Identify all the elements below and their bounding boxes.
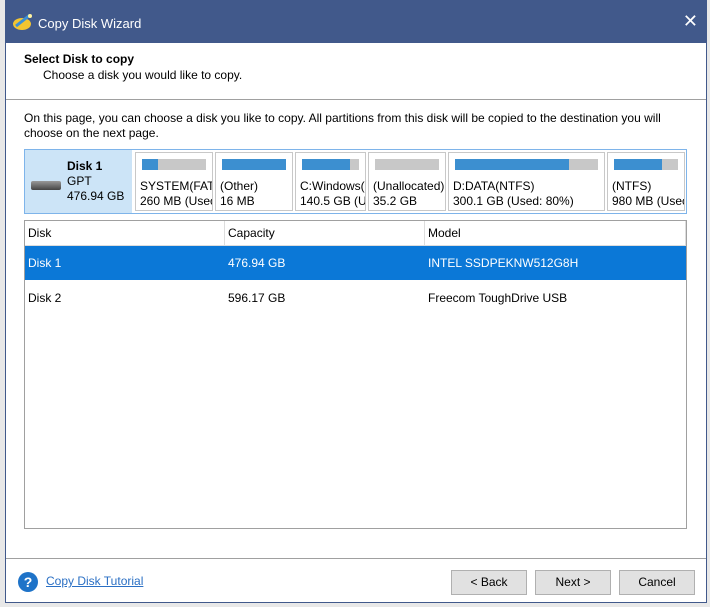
help-icon[interactable]: ? — [18, 572, 38, 592]
page-title: Select Disk to copy — [24, 52, 135, 66]
disk-map-disk1[interactable]: Disk 1 GPT 476.94 GB — [25, 150, 132, 213]
partition-block[interactable]: SYSTEM(FAT3 260 MB (Usec — [135, 152, 213, 211]
column-header-capacity[interactable]: Capacity — [225, 221, 425, 246]
usage-bar — [222, 159, 286, 170]
copy-disk-wizard-window: Copy Disk Wizard ✕ Select Disk to copy C… — [5, 0, 707, 603]
partition-size: 300.1 GB (Used: 80%) — [453, 194, 574, 208]
usage-bar — [375, 159, 439, 170]
footer-divider — [6, 558, 706, 559]
disk-table: Disk Capacity Model Disk 1 476.94 GB INT… — [24, 220, 687, 529]
cancel-button[interactable]: Cancel — [619, 570, 695, 595]
column-header-disk[interactable]: Disk — [25, 221, 225, 246]
usage-bar-fill — [614, 159, 662, 170]
disk-map[interactable]: Disk 1 GPT 476.94 GB SYSTEM(FAT3 260 MB … — [24, 149, 687, 214]
disk-name: Disk 1 — [67, 159, 103, 173]
cell-model: Freecom ToughDrive USB — [428, 291, 568, 305]
cell-disk: Disk 1 — [28, 256, 62, 270]
usage-bar — [455, 159, 598, 170]
partition-label: D:DATA(NTFS) — [453, 179, 535, 193]
partition-size: 260 MB (Usec — [140, 194, 213, 208]
partition-size: 16 MB — [220, 194, 255, 208]
partition-block[interactable]: (NTFS) 980 MB (Usec — [607, 152, 685, 211]
partition-label: SYSTEM(FAT3 — [140, 179, 212, 193]
cell-capacity: 476.94 GB — [228, 256, 286, 270]
partition-label: (Unallocated) — [373, 179, 445, 193]
hard-disk-icon — [31, 181, 61, 190]
back-button[interactable]: < Back — [451, 570, 527, 595]
table-row[interactable]: Disk 1 476.94 GB INTEL SSDPEKNW512G8H — [25, 246, 686, 280]
cell-capacity: 596.17 GB — [228, 291, 286, 305]
wizard-header: Select Disk to copy Choose a disk you wo… — [6, 43, 706, 100]
partition-label: C:Windows( — [300, 179, 365, 193]
close-icon[interactable]: ✕ — [683, 11, 698, 32]
usage-bar-fill — [302, 159, 351, 170]
tutorial-link[interactable]: Copy Disk Tutorial — [46, 574, 143, 588]
usage-bar-fill — [455, 159, 570, 170]
usage-bar-fill — [222, 159, 286, 170]
window-title: Copy Disk Wizard — [38, 16, 142, 31]
usage-bar — [302, 159, 359, 170]
usage-bar — [142, 159, 206, 170]
page-subtitle: Choose a disk you would like to copy. — [43, 68, 243, 82]
disk-type: GPT — [67, 174, 92, 188]
partition-label: (NTFS) — [612, 179, 652, 193]
table-row[interactable]: Disk 2 596.17 GB Freecom ToughDrive USB — [25, 281, 686, 315]
usage-bar — [614, 159, 678, 170]
partition-size: 140.5 GB (Us — [300, 194, 366, 208]
description: On this page, you can choose a disk you … — [24, 111, 661, 140]
column-header-model[interactable]: Model — [425, 221, 686, 246]
usage-bar-fill — [142, 159, 158, 170]
partition-label: (Other) — [220, 179, 259, 193]
wizard-logo-icon — [13, 13, 32, 30]
cell-disk: Disk 2 — [28, 291, 62, 305]
partition-size: 980 MB (Usec — [612, 194, 685, 208]
next-button[interactable]: Next > — [535, 570, 611, 595]
partition-size: 35.2 GB — [373, 194, 418, 208]
partition-block[interactable]: D:DATA(NTFS) 300.1 GB (Used: 80%) — [448, 152, 605, 211]
partition-block[interactable]: (Other) 16 MB — [215, 152, 293, 211]
partition-block[interactable]: (Unallocated) 35.2 GB — [368, 152, 446, 211]
cell-model: INTEL SSDPEKNW512G8H — [428, 256, 579, 270]
disk-size: 476.94 GB — [67, 189, 125, 203]
partition-block[interactable]: C:Windows( 140.5 GB (Us — [295, 152, 366, 211]
title-bar: Copy Disk Wizard ✕ — [6, 1, 706, 43]
